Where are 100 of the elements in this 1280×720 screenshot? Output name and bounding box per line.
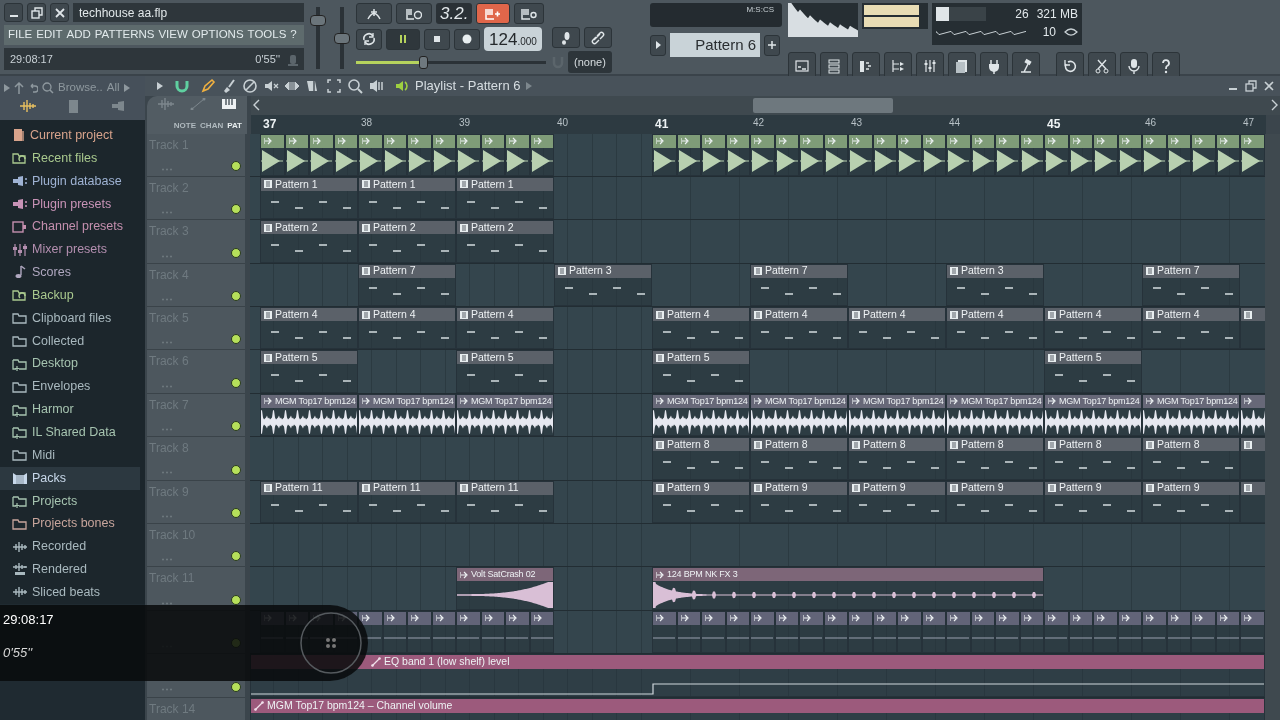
menu-item[interactable]: FILE [6,26,35,44]
browser-item[interactable]: Midi [0,443,140,467]
zoom-icon[interactable] [347,77,363,94]
playback-icon[interactable] [368,77,384,94]
pencil-icon[interactable] [200,77,216,94]
browser-item[interactable]: Channel presets [0,215,140,239]
menu-item[interactable]: VIEW [156,26,190,44]
browser-item[interactable]: Harmor [0,398,140,421]
metronome-button[interactable] [356,3,392,24]
pattern-clip[interactable]: Pattern 4 [1044,307,1142,350]
track-enable-led[interactable] [231,247,241,258]
pattern-clip[interactable]: Pattern 1 [260,176,358,220]
add-pattern-button[interactable] [764,34,780,56]
play-icon[interactable] [123,83,130,92]
filter-tab[interactable]: NOTE [171,119,199,132]
pattern-clip[interactable]: Pattern 2 [358,220,456,263]
audio-clip[interactable] [1142,133,1167,176]
audio-clip[interactable]: MGM Top17 bpm124 [1044,393,1142,437]
audio-clip[interactable] [848,133,873,176]
audio-clip[interactable] [480,133,505,176]
browser-item[interactable]: Scores [0,261,140,284]
pattern-clip[interactable]: Pattern 4 [456,307,554,350]
pattern-clip[interactable]: Pattern 7 [358,263,456,307]
pattern-clip[interactable]: Pattern 9 [1142,480,1240,523]
audio-clip[interactable] [309,133,334,176]
slider-thumb[interactable] [334,32,350,44]
browser-item[interactable]: Rendered [0,558,140,581]
pattern-clip[interactable]: Pattern 4 [848,307,946,350]
audio-clip[interactable] [774,133,799,176]
track-enable-led[interactable] [231,291,241,302]
audio-clip[interactable] [1019,133,1044,176]
audio-clip[interactable] [897,133,922,176]
stop-button[interactable] [424,28,450,50]
audio-clip[interactable]: MGM Top17 bpm124 [456,393,554,437]
audio-clip[interactable] [921,133,946,176]
audio-clip[interactable] [799,133,824,176]
track-enable-led[interactable] [231,377,241,388]
audio-clip[interactable]: MGM Top17 bpm124 [1142,393,1240,437]
close-icon[interactable] [1262,78,1276,93]
pattern-clip[interactable]: Pattern 9 [946,480,1044,523]
track-enable-led[interactable] [231,551,241,562]
browser-item[interactable]: Projects bones [0,512,140,536]
track-enable-led[interactable] [231,421,241,432]
restore-icon[interactable] [1244,78,1258,93]
pattern-clip[interactable]: Pattern 11 [456,480,554,523]
audio-clip[interactable]: Volt SatCrash 02 [456,567,554,610]
delete-icon[interactable] [242,77,258,94]
audio-clip[interactable] [725,133,750,176]
pattern-clip[interactable]: Pattern 5 [652,350,750,393]
record-button[interactable] [454,28,480,50]
pattern-clip[interactable]: Pattern 7 [1142,263,1240,307]
browser-item[interactable]: Clipboard files [0,306,140,330]
menu-item[interactable]: TOOLS [245,26,289,44]
piano-icon[interactable] [220,97,237,110]
audio-clip[interactable] [431,133,456,176]
audio-clip[interactable] [456,133,481,176]
browser-item[interactable]: IL Shared Data [0,420,140,444]
pattern-clip[interactable]: Pattern 8 [1044,437,1142,480]
step-button[interactable] [552,27,580,48]
pattern-clip[interactable]: Pattern 1 [456,176,554,220]
drag-handle-icon[interactable] [300,612,362,674]
audio-clip[interactable]: MGM Top17 bpm124 [358,393,456,437]
pattern-clip[interactable]: Pattern 5 [1044,350,1142,393]
audio-clip[interactable]: MGM Top17 bpm124 [260,393,358,437]
pattern-clip[interactable]: Pattern 8 [652,437,750,480]
audio-clip[interactable] [1068,133,1093,176]
browser-item[interactable]: Collected [0,329,140,353]
pattern-clip[interactable]: Pattern 8 [946,437,1044,480]
audio-clip[interactable]: MGM Top17 bpm124 [652,393,750,437]
audio-clip[interactable] [1215,133,1240,176]
track-enable-led[interactable] [231,594,241,605]
browser-item[interactable]: Backup [0,283,140,307]
menu-item[interactable]: EDIT [34,26,65,44]
filter-tab[interactable]: CHAN [198,119,226,132]
audio-clip[interactable] [1240,133,1265,176]
browser-item[interactable]: Current project [0,124,140,147]
browser-item[interactable]: Plugin presets [0,192,140,216]
pattern-clip[interactable]: Pattern 11 [358,480,456,523]
pattern-clip[interactable]: Pattern 9 [750,480,848,523]
tempo-field[interactable]: 124.000 [484,27,542,51]
browser-item[interactable]: Sliced beats [0,580,140,604]
vertical-scrollbar[interactable] [1265,133,1280,720]
audio-clip[interactable] [750,133,775,176]
track-enable-led[interactable] [231,204,241,215]
audio-clip[interactable] [823,133,848,176]
link-button[interactable] [584,27,612,48]
pattern-clip[interactable]: Pattern 11 [260,480,358,523]
brush-icon[interactable] [221,77,237,94]
audio-clip[interactable] [260,133,285,176]
menu-item[interactable]: OPTIONS [189,26,246,44]
slider-thumb[interactable] [418,56,428,69]
pattern-clip[interactable]: Pattern 5 [260,350,358,393]
audio-clip[interactable] [382,133,407,176]
pause-button[interactable] [386,28,420,50]
browser-item[interactable]: Desktop [0,352,140,376]
pattern-clip[interactable]: Pattern 8 [750,437,848,480]
browser-item[interactable]: Packs [0,466,140,490]
track-enable-led[interactable] [231,464,241,475]
pattern-clip[interactable]: Pattern 3 [946,263,1044,307]
pattern-clip[interactable]: Pattern 1 [358,176,456,220]
